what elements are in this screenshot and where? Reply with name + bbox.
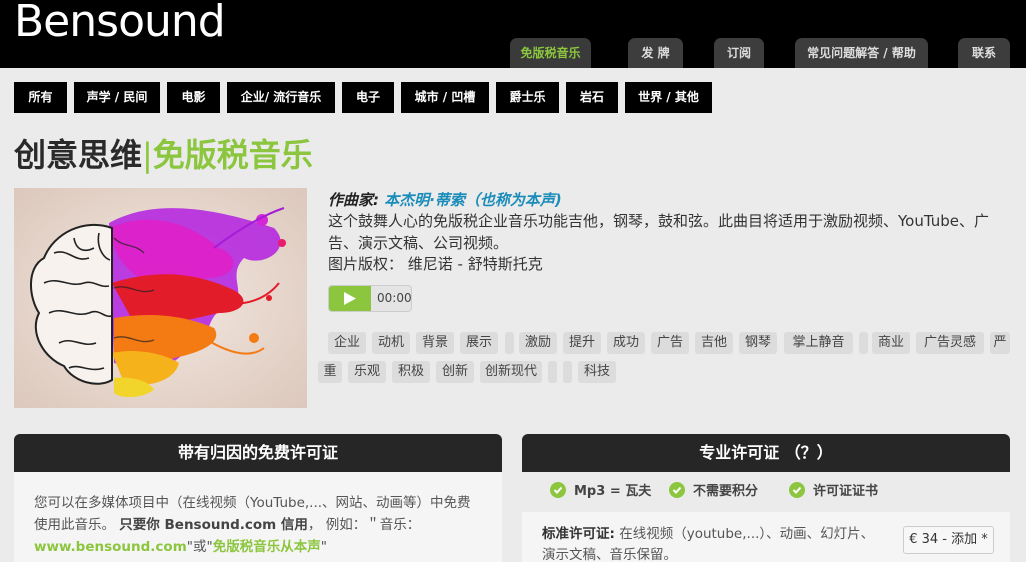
tag-item[interactable] xyxy=(548,361,557,383)
track-artwork xyxy=(14,188,307,408)
free-license-credit-note: 只要你 Bensound.com 信用 xyxy=(119,517,308,533)
check-icon xyxy=(789,482,805,498)
standard-license-label: 标准许可证: xyxy=(542,526,615,542)
brain-illustration xyxy=(14,188,307,408)
nav-tab-royalty-free-music[interactable]: 免版税音乐 xyxy=(510,38,591,68)
nav-tab-faq-help[interactable]: 常见问题解答 / 帮助 xyxy=(795,38,928,68)
free-license-box: 带有归因的免费许可证 您可以在多媒体项目中（在线视频（YouTube,...、网… xyxy=(14,434,502,562)
free-license-text: 您可以在多媒体项目中（在线视频（YouTube,...、网站、动画等）中免费 使… xyxy=(34,492,484,558)
tag-item[interactable] xyxy=(563,361,572,383)
tag-item[interactable]: 企业 xyxy=(328,332,366,354)
category-jazz[interactable]: 爵士乐 xyxy=(496,82,559,113)
title-separator: | xyxy=(142,136,153,174)
pro-license-features: Mp3 = 瓦夫 不需要积分 许可证证书 xyxy=(522,472,1010,512)
tag-item[interactable]: 背景 xyxy=(416,332,454,354)
feature-label: 不需要积分 xyxy=(693,484,759,499)
title-subtitle: 免版税音乐 xyxy=(152,136,313,174)
site-header: Bensound 免版税音乐 发 牌 订阅 常见问题解答 / 帮助 联系 xyxy=(0,0,1026,68)
check-icon xyxy=(550,482,566,498)
add-standard-license-button[interactable]: € 34 - 添加 * xyxy=(903,526,994,554)
tag-item[interactable]: 创新 xyxy=(436,361,474,383)
tag-item[interactable]: 成功 xyxy=(607,332,645,354)
category-all[interactable]: 所有 xyxy=(14,82,67,113)
tag-item[interactable]: 乐观 xyxy=(348,361,386,383)
main-nav: 免版税音乐 发 牌 订阅 常见问题解答 / 帮助 联系 xyxy=(0,38,1026,68)
tag-item[interactable]: 吉他 xyxy=(695,332,733,354)
standard-license-text: 标准许可证: 在线视频（youtube,...）、动画、幻灯片、演示文稿、音乐保… xyxy=(542,524,877,562)
player-time: 00:00 xyxy=(377,291,412,305)
free-license-text-3: "或" xyxy=(186,539,213,555)
tag-item[interactable]: 掌上静音 xyxy=(784,332,853,354)
tag-item[interactable]: 重 xyxy=(318,361,342,383)
free-license-text-4: " xyxy=(320,539,327,555)
track-title: 创意思维 xyxy=(14,136,143,174)
category-urban-groove[interactable]: 城市 / 凹槽 xyxy=(401,82,489,113)
category-cinematic[interactable]: 电影 xyxy=(167,82,220,113)
tag-item[interactable]: 激励 xyxy=(519,332,557,354)
tag-item[interactable]: 广告 xyxy=(651,332,689,354)
page-title: 创意思维|免版税音乐 xyxy=(14,130,313,176)
play-icon xyxy=(344,292,356,305)
category-rock[interactable]: 岩石 xyxy=(566,82,618,113)
tag-item[interactable]: 展示 xyxy=(460,332,498,354)
check-icon xyxy=(669,482,685,498)
bensound-url-link[interactable]: www.bensound.com xyxy=(34,539,187,555)
composer-line: 作曲家: 本杰明·蒂索（也称为本声) xyxy=(328,189,562,210)
tag-item[interactable]: 广告灵感 xyxy=(916,332,984,354)
category-world-others[interactable]: 世界 / 其他 xyxy=(625,82,712,113)
tag-item[interactable]: 科技 xyxy=(578,361,616,383)
nav-tab-license[interactable]: 发 牌 xyxy=(628,38,683,68)
feature-label: Mp3 = 瓦夫 xyxy=(574,484,652,499)
play-button[interactable] xyxy=(329,286,371,311)
pro-license-box: 专业许可证 （？） Mp3 = 瓦夫 不需要积分 许可证证书 标准许可证: 在线… xyxy=(522,434,1010,562)
feature-item: 许可证证书 xyxy=(789,482,878,502)
tag-item[interactable]: 提升 xyxy=(563,332,601,354)
free-license-title: 带有归因的免费许可证 xyxy=(14,434,502,472)
feature-item: Mp3 = 瓦夫 xyxy=(550,482,651,502)
feature-label: 许可证证书 xyxy=(813,484,879,499)
tag-item[interactable]: 积极 xyxy=(392,361,430,383)
category-electronica[interactable]: 电子 xyxy=(342,82,394,113)
tag-item[interactable]: 动机 xyxy=(372,332,410,354)
category-corporate-pop[interactable]: 企业/ 流行音乐 xyxy=(227,82,335,113)
image-credit: 图片版权： 维尼诺 - 舒特斯托克 xyxy=(328,255,543,273)
feature-item: 不需要积分 xyxy=(669,482,758,502)
composer-label: 作曲家: xyxy=(328,191,379,209)
audio-player: 00:00 xyxy=(328,285,412,312)
tag-item[interactable]: 商业 xyxy=(872,332,910,354)
composer-link[interactable]: 本杰明·蒂索（也称为本声) xyxy=(384,191,562,209)
free-license-text-2: ， 例如：＂音乐： xyxy=(307,517,421,533)
category-acoustic-folk[interactable]: 声学 / 民间 xyxy=(74,82,160,113)
nav-tab-contact[interactable]: 联系 xyxy=(958,38,1010,68)
tag-item[interactable] xyxy=(859,332,868,354)
tag-item[interactable] xyxy=(505,332,514,354)
tag-item[interactable]: 钢琴 xyxy=(739,332,777,354)
nav-tab-subscription[interactable]: 订阅 xyxy=(714,38,764,68)
royalty-free-link[interactable]: 免版税音乐从本声 xyxy=(213,539,321,555)
track-description: 这个鼓舞人心的免版税企业音乐功能吉他，钢琴，鼓和弦。此曲目将适用于激励视频、Yo… xyxy=(328,212,990,252)
pro-license-title[interactable]: 专业许可证 （？） xyxy=(522,434,1010,472)
tag-item[interactable]: 创新现代 xyxy=(480,361,542,383)
tag-item[interactable]: 严 xyxy=(990,332,1010,354)
